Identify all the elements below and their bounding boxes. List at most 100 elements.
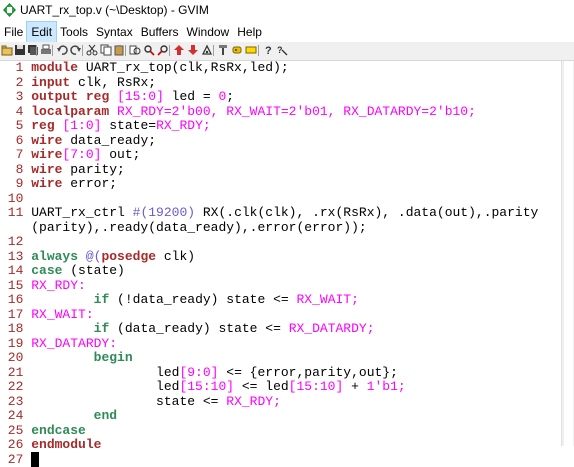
- code-line[interactable]: 16 if (!data_ready) state <= RX_WAIT;: [0, 293, 538, 308]
- code-line[interactable]: 27 _: [0, 453, 538, 467]
- code-line[interactable]: 10: [0, 192, 538, 207]
- open-icon[interactable]: [1, 44, 13, 56]
- code-token: clk): [156, 249, 195, 264]
- code-token: begin: [94, 350, 133, 365]
- paste-icon[interactable]: [113, 44, 125, 56]
- find-help-icon[interactable]: ?: [276, 44, 288, 56]
- print-icon[interactable]: [40, 44, 52, 56]
- find-prev-icon[interactable]: [157, 44, 169, 56]
- code-line[interactable]: 25 endcase: [0, 424, 538, 439]
- code-token: [1:0]: [62, 118, 101, 133]
- code-token: RX_WAIT:: [31, 307, 93, 322]
- make-icon[interactable]: [217, 44, 229, 56]
- line-number: 9: [0, 176, 31, 191]
- line-number: 26: [0, 437, 31, 452]
- line-number: [0, 220, 31, 235]
- save-all-icon[interactable]: [27, 44, 39, 56]
- toolbar-separator: [125, 45, 126, 56]
- line-number: 23: [0, 394, 31, 409]
- line-number: 10: [0, 191, 31, 206]
- code-line[interactable]: 20 begin: [0, 351, 538, 366]
- code-line[interactable]: 18 if (data_ready) state <= RX_DATARDY;: [0, 322, 538, 337]
- menu-buffers[interactable]: Buffers: [137, 22, 183, 42]
- code-line[interactable]: 24 end: [0, 409, 538, 424]
- find-next-icon[interactable]: [143, 44, 155, 56]
- shell-icon[interactable]: [231, 44, 243, 56]
- code-token: module: [31, 60, 78, 75]
- code-token: [109, 104, 117, 119]
- code-token: endcase: [31, 423, 86, 438]
- menu-file[interactable]: File: [0, 22, 27, 42]
- menu-edit[interactable]: Edit: [27, 22, 56, 42]
- code-token: UART_rx_top(clk,RsRx,led);: [78, 60, 289, 75]
- line-number: 21: [0, 365, 31, 380]
- code-line[interactable]: 4 localparam RX_RDY=2'b00, RX_WAIT=2'b01…: [0, 105, 538, 120]
- code-token: 1'b1;: [367, 379, 406, 394]
- tags-icon[interactable]: [245, 44, 257, 56]
- menu-window[interactable]: Window: [183, 22, 234, 42]
- code-line[interactable]: 6 wire data_ready;: [0, 134, 538, 149]
- line-number: 27: [0, 452, 31, 467]
- code-token: [15:10]: [179, 379, 234, 394]
- cut-icon[interactable]: [86, 44, 98, 56]
- redo-icon[interactable]: [70, 44, 82, 56]
- code-line[interactable]: 19 RX_DATARDY:: [0, 337, 538, 352]
- save-session-icon[interactable]: [187, 44, 199, 56]
- load-session-icon[interactable]: [173, 44, 185, 56]
- code-token: [109, 89, 117, 104]
- code-line[interactable]: 5 reg [1:0] state=RX_RDY;: [0, 119, 538, 134]
- code-line[interactable]: 3 output reg [15:0] led = 0;: [0, 90, 538, 105]
- code-token: wire: [31, 176, 62, 191]
- code-token: clk, RsRx;: [70, 75, 156, 90]
- menu-help[interactable]: Help: [233, 22, 266, 42]
- code-token: RX_RDY:: [31, 278, 86, 293]
- save-icon[interactable]: [14, 44, 26, 56]
- copy-icon[interactable]: [100, 44, 112, 56]
- editor-area[interactable]: 1 module UART_rx_top(clk,RsRx,led); 2 in…: [0, 61, 561, 446]
- menu-bar: FileEditToolsSyntaxBuffersWindowHelp: [0, 22, 574, 42]
- menu-tools[interactable]: Tools: [56, 22, 92, 42]
- code-line[interactable]: 21 led[9:0] <= {error,parity,out};: [0, 366, 538, 381]
- code-token: (state): [62, 263, 124, 278]
- line-number: 17: [0, 307, 31, 322]
- code-line[interactable]: 23 state <= RX_RDY;: [0, 395, 538, 410]
- code-line[interactable]: 14 case (state): [0, 264, 538, 279]
- code-line[interactable]: 2 input clk, RsRx;: [0, 76, 538, 91]
- code-token: [9:0]: [179, 365, 218, 380]
- scroll-thumb[interactable]: [564, 61, 573, 446]
- code-token: error;: [62, 176, 117, 191]
- code-line[interactable]: 1 module UART_rx_top(clk,RsRx,led);: [0, 61, 538, 76]
- code-token: [31, 408, 93, 423]
- code-line[interactable]: 11 UART_rx_ctrl #(19200) RX(.clk(clk), .…: [0, 206, 538, 221]
- code-token: RX_RDY;: [156, 118, 211, 133]
- code-line[interactable]: 9 wire error;: [0, 177, 538, 192]
- code-token: state=: [101, 118, 156, 133]
- code-line[interactable]: 22 led[15:10] <= led[15:10] + 1'b1;: [0, 380, 538, 395]
- vertical-scrollbar[interactable]: [561, 61, 574, 446]
- line-number: 22: [0, 379, 31, 394]
- code-line[interactable]: 12: [0, 235, 538, 250]
- code-line[interactable]: 17 RX_WAIT:: [0, 308, 538, 323]
- code-token: output: [31, 89, 78, 104]
- code-line[interactable]: 13 always @(posedge clk): [0, 250, 538, 265]
- code-token: [78, 249, 86, 264]
- toolbar: ??: [0, 42, 574, 61]
- code-text[interactable]: 1 module UART_rx_top(clk,RsRx,led); 2 in…: [0, 61, 538, 467]
- code-line[interactable]: (parity),.ready(data_ready),.error(error…: [0, 221, 538, 236]
- menu-syntax[interactable]: Syntax: [92, 22, 137, 42]
- code-token: case: [31, 263, 62, 278]
- line-number: 16: [0, 292, 31, 307]
- code-line[interactable]: 8 wire parity;: [0, 163, 538, 178]
- code-line[interactable]: 15 RX_RDY:: [0, 279, 538, 294]
- run-script-icon[interactable]: [201, 44, 213, 56]
- replace-icon[interactable]: [129, 44, 141, 56]
- code-line[interactable]: 26 endmodule: [0, 438, 538, 453]
- help-icon[interactable]: ?: [262, 44, 274, 56]
- code-token: RX(.clk(clk), .rx(RsRx), .data(out),.par…: [195, 205, 538, 220]
- undo-icon[interactable]: [56, 44, 68, 56]
- code-line[interactable]: 7 wire[7:0] out;: [0, 148, 538, 163]
- code-token: <= led: [234, 379, 289, 394]
- toolbar-separator: [52, 45, 53, 56]
- code-token: +: [343, 379, 366, 394]
- code-token: UART_rx_ctrl: [31, 205, 132, 220]
